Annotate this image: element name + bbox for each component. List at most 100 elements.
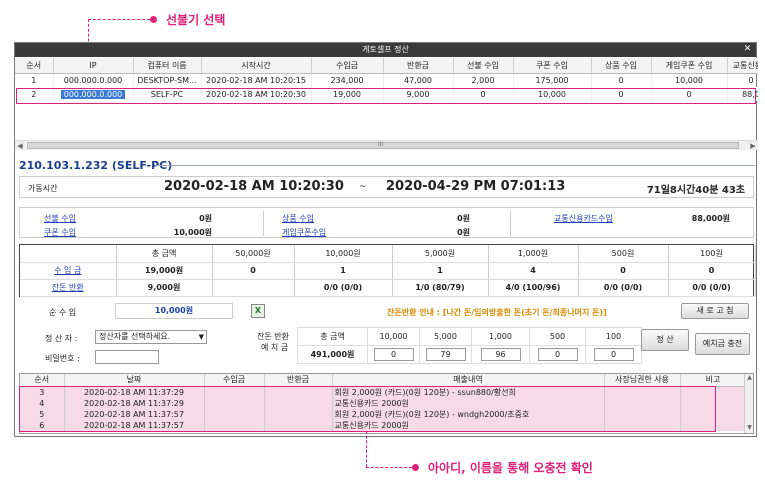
income-link[interactable]: 수 입 금 bbox=[20, 262, 117, 280]
annotation-check-id: 아아디, 이름을 통해 오충전 확인 bbox=[428, 461, 593, 475]
col-header[interactable]: IP bbox=[53, 58, 134, 74]
annotation-select-prepaid: 선불기 선택 bbox=[166, 13, 226, 27]
denom-header-row: 총 금액 50,000원 10,000원 5,000원 1,000원 500원 … bbox=[20, 245, 756, 263]
col-header[interactable]: 비고 bbox=[680, 374, 747, 387]
cell: 0/0 (0/0) bbox=[668, 279, 756, 297]
prepaid-income-link[interactable]: 선불 수입 bbox=[44, 213, 76, 224]
settle-button[interactable]: 정 산 bbox=[641, 329, 689, 351]
col-header[interactable]: 순서 bbox=[20, 374, 65, 387]
cell: 1 bbox=[392, 262, 489, 280]
net-income-label: 순 수 입 bbox=[49, 308, 77, 317]
cell: 0 bbox=[591, 73, 652, 87]
cell: 0 bbox=[668, 262, 756, 280]
col-header[interactable]: 교통신용카 bbox=[727, 58, 758, 74]
chevron-down-icon: ▼ bbox=[198, 333, 204, 341]
pc-title: 210.103.1.232 (SELF-PC) bbox=[19, 159, 173, 172]
transit-income-link[interactable]: 교통신용카드수입 bbox=[554, 213, 613, 224]
settler-select-value: 정산자를 선택하세요. bbox=[99, 332, 171, 341]
col-header[interactable]: 게임쿠폰 수입 bbox=[651, 58, 728, 74]
col-header[interactable]: 선불 수입 bbox=[453, 58, 514, 74]
change-notice: 잔돈반환 안내 : [나간 돈/임의방출한 돈(초기 돈/최종나머지 돈)] bbox=[387, 308, 607, 317]
cell: 4 bbox=[488, 262, 579, 280]
col-header[interactable]: 날짜 bbox=[64, 374, 205, 387]
scroll-down-icon[interactable]: ▼ bbox=[745, 424, 753, 433]
deposit-10000-input[interactable]: 0 bbox=[373, 348, 414, 361]
cell: 47,000 bbox=[383, 73, 454, 87]
deposit-1000-input[interactable]: 96 bbox=[480, 348, 521, 361]
scroll-right-icon[interactable]: ▶ bbox=[748, 141, 758, 151]
gamecoupon-income-link[interactable]: 게임쿠폰수입 bbox=[282, 227, 326, 238]
deposit-100-input[interactable]: 0 bbox=[593, 348, 634, 361]
refresh-button[interactable]: 새 로 고 침 bbox=[681, 303, 749, 319]
cell: 10,000 bbox=[651, 73, 728, 87]
vertical-scrollbar[interactable]: ▲ ▼ bbox=[744, 374, 753, 433]
cell: 175,000 bbox=[513, 73, 592, 87]
usage-end: 2020-04-29 PM 07:01:13 bbox=[386, 179, 566, 194]
annotation-line-top-h bbox=[88, 19, 150, 20]
deposit-table: 총 금액 10,000 5,000 1,000 500 100 491,000원… bbox=[297, 327, 642, 364]
deposit-total: 491,000원 bbox=[297, 345, 368, 364]
scroll-left-icon[interactable]: ◀ bbox=[15, 141, 25, 151]
scroll-thumb[interactable]: III bbox=[27, 141, 739, 149]
cell: 234,000 bbox=[311, 73, 384, 87]
cell: 96 bbox=[471, 345, 530, 364]
settler-label: 정 산 자 : bbox=[45, 334, 78, 343]
cell: 50,000원 bbox=[212, 245, 295, 263]
prepaid-income-value: 0원 bbox=[199, 214, 212, 223]
col-header[interactable]: 쿠폰 수입 bbox=[513, 58, 592, 74]
cell: 500원 bbox=[578, 245, 669, 263]
col-header[interactable]: 사장님권한 사용 bbox=[604, 374, 681, 387]
cell: 100원 bbox=[668, 245, 756, 263]
cell: 5,000원 bbox=[392, 245, 489, 263]
selection-highlight bbox=[16, 88, 756, 104]
scroll-grip: III bbox=[378, 141, 384, 148]
excel-icon[interactable]: X bbox=[251, 304, 265, 318]
cell: 000.000.0.000 bbox=[53, 73, 134, 87]
col-header[interactable]: 수입금 bbox=[311, 58, 384, 74]
gamecoupon-income-value: 0원 bbox=[457, 228, 470, 237]
cell: 100 bbox=[585, 327, 642, 346]
deposit-label-1: 잔돈 반환 bbox=[257, 332, 289, 341]
annotation-line-bottom-h bbox=[366, 467, 412, 468]
cell: 1/0 (80/79) bbox=[392, 279, 489, 297]
cell: 1,000 bbox=[471, 327, 530, 346]
col-header[interactable]: 반환금 bbox=[383, 58, 454, 74]
deposit-charge-button[interactable]: 예치금 충전 bbox=[695, 333, 750, 355]
coupon-income-value: 10,000원 bbox=[173, 228, 212, 237]
usage-duration: 71일8시간40분 43초 bbox=[646, 185, 745, 196]
title-bar: 게토셀프 정산 ✕ bbox=[15, 43, 756, 57]
settler-select[interactable]: 정산자를 선택하세요. ▼ bbox=[95, 330, 207, 344]
change-link[interactable]: 잔돈 반환 bbox=[20, 279, 117, 297]
cell: 0 bbox=[367, 345, 420, 364]
annotation-dot-bottom bbox=[412, 464, 419, 471]
usage-start: 2020-02-18 AM 10:20:30 bbox=[164, 179, 344, 194]
col-header[interactable]: 수입금 bbox=[204, 374, 265, 387]
col-header[interactable]: 순서 bbox=[15, 58, 54, 74]
deposit-500-input[interactable]: 0 bbox=[537, 348, 578, 361]
cell: 0 bbox=[212, 262, 295, 280]
cell: 2020-02-18 AM 10:20:15 bbox=[201, 73, 312, 87]
scroll-up-icon[interactable]: ▲ bbox=[745, 374, 753, 383]
password-field[interactable] bbox=[95, 350, 159, 364]
coupon-income-link[interactable]: 쿠폰 수입 bbox=[44, 227, 76, 238]
horizontal-scrollbar[interactable]: ◀ III ▶ bbox=[15, 140, 758, 150]
divider bbox=[263, 211, 264, 236]
deposit-label-2: 예 치 금 bbox=[261, 343, 289, 352]
close-icon[interactable]: ✕ bbox=[742, 44, 753, 55]
window-title: 게토셀프 정산 bbox=[362, 45, 409, 54]
denomination-table: 총 금액 50,000원 10,000원 5,000원 1,000원 500원 … bbox=[19, 244, 756, 297]
goods-income-link[interactable]: 상품 수입 bbox=[282, 213, 314, 224]
col-header[interactable]: 매출내역 bbox=[332, 374, 605, 387]
income-summary: 선불 수입 0원 쿠폰 수입 10,000원 상품 수입 0원 게임쿠폰수입 0… bbox=[19, 207, 754, 238]
table-row[interactable]: 1 000.000.0.000 DESKTOP-SM... 2020-02-18… bbox=[15, 73, 758, 87]
cell: 79 bbox=[419, 345, 472, 364]
col-header[interactable]: 반환금 bbox=[264, 374, 333, 387]
col-header[interactable]: 시작시간 bbox=[201, 58, 312, 74]
settlement-window: 게토셀프 정산 ✕ 순서 IP 컴퓨터 이름 시작시간 수입금 반환금 선불 수… bbox=[14, 42, 758, 437]
deposit-5000-input[interactable]: 79 bbox=[425, 348, 466, 361]
col-header[interactable]: 상품 수입 bbox=[591, 58, 652, 74]
cell: 500 bbox=[529, 327, 586, 346]
cell: 0/0 (0/0) bbox=[294, 279, 393, 297]
col-header[interactable]: 컴퓨터 이름 bbox=[133, 58, 202, 74]
cell: 0 bbox=[585, 345, 642, 364]
